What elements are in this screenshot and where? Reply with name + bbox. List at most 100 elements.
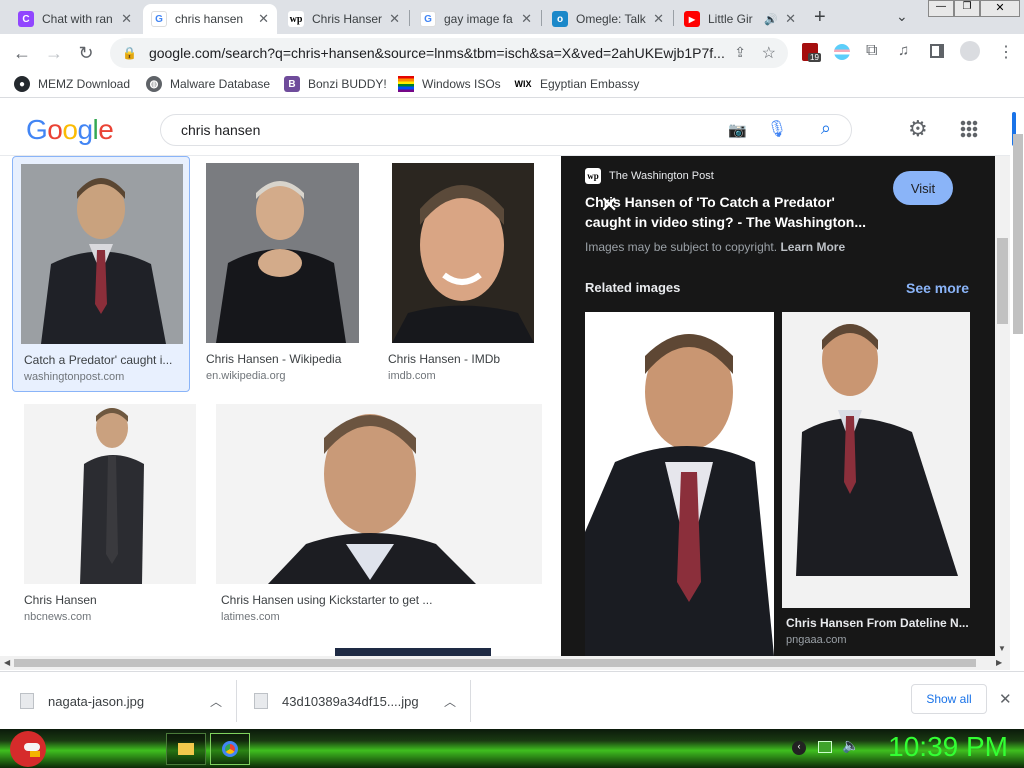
panel-title-line-2[interactable]: caught in video sting? - The Washington.… <box>585 212 885 232</box>
lock-icon[interactable]: 🔒 <box>122 46 137 60</box>
download-item[interactable]: 43d10389a34df15....jpg ︿ <box>254 686 464 716</box>
result-source[interactable]: imdb.com <box>388 370 436 382</box>
close-tab-icon[interactable]: ✕ <box>521 11 532 27</box>
bookmark-windows-isos[interactable]: Windows ISOs <box>398 76 501 92</box>
tab-chris-hansen-search[interactable]: G chris hansen ✕ <box>143 4 277 34</box>
tab-omegle[interactable]: o Omegle: Talk ✕ <box>544 4 672 34</box>
start-button-angry-bird-icon[interactable] <box>10 731 46 767</box>
restore-button[interactable]: ❐ <box>954 0 980 17</box>
bookmark-bonzi[interactable]: B Bonzi BUDDY! <box>284 76 387 92</box>
tab-washington-post[interactable]: wp Chris Hanser ✕ <box>280 4 408 34</box>
image-result-partial[interactable] <box>335 648 491 656</box>
panel-scrollbar-thumb[interactable] <box>997 238 1008 324</box>
result-thumbnail[interactable] <box>216 404 542 584</box>
close-shelf-icon[interactable]: ✕ <box>999 690 1012 708</box>
related-caption[interactable]: Chris Hansen From Dateline N... <box>786 616 970 630</box>
reload-icon[interactable]: ↻ <box>74 41 98 65</box>
related-image-large[interactable] <box>585 312 774 656</box>
download-options-chevron-icon[interactable]: ︿ <box>444 693 456 710</box>
extensions-puzzle-icon[interactable]: ⧉ <box>866 42 877 60</box>
tab-search-chevron-icon[interactable]: ⌄ <box>896 8 908 25</box>
tray-expand-icon[interactable]: ‹ <box>792 741 806 755</box>
tab-youtube[interactable]: ▶ Little Gir 🔊 ✕ <box>676 4 804 34</box>
panel-scrollbar[interactable]: ▼ <box>995 156 1010 656</box>
bookmark-star-icon[interactable]: ☆ <box>762 43 776 63</box>
new-tab-plus-icon[interactable]: + <box>814 6 826 29</box>
close-tab-icon[interactable]: ✕ <box>121 11 132 27</box>
side-panel-icon[interactable] <box>930 44 944 58</box>
result-source[interactable]: nbcnews.com <box>24 611 91 623</box>
audio-playing-icon[interactable]: 🔊 <box>764 13 778 26</box>
ublock-extension-icon[interactable]: 19 <box>802 43 821 62</box>
tab-gay-image[interactable]: G gay image fa ✕ <box>412 4 540 34</box>
download-options-chevron-icon[interactable]: ︿ <box>210 693 222 710</box>
image-result[interactable]: Chris Hansen using Kickstarter to get ..… <box>216 404 546 630</box>
image-result[interactable]: Chris Hansen nbcnews.com <box>24 404 200 630</box>
profile-avatar-icon[interactable] <box>960 41 980 61</box>
visit-button[interactable]: Visit <box>893 171 953 205</box>
google-apps-grid-icon[interactable] <box>960 120 978 138</box>
bookmark-egyptian-embassy[interactable]: WIX Egyptian Embassy <box>514 76 639 92</box>
flag-extension-icon[interactable] <box>834 44 850 60</box>
bookmark-malware-db[interactable]: ◍ Malware Database <box>146 76 270 92</box>
download-item[interactable]: nagata-jason.jpg ︿ <box>20 686 230 716</box>
result-source[interactable]: washingtonpost.com <box>24 371 124 383</box>
close-tab-icon[interactable]: ✕ <box>785 11 796 27</box>
result-caption[interactable]: Catch a Predator' caught i... <box>24 353 180 367</box>
show-all-downloads-button[interactable]: Show all <box>911 684 987 714</box>
bookmark-memz[interactable]: ● MEMZ Download <box>14 76 130 92</box>
scroll-down-arrow-icon[interactable]: ▼ <box>998 644 1006 653</box>
result-caption[interactable]: Chris Hansen - IMDb <box>388 352 548 366</box>
back-arrow-icon[interactable]: ← <box>10 41 34 65</box>
result-caption[interactable]: Chris Hansen using Kickstarter to get ..… <box>221 593 541 607</box>
image-result[interactable]: Chris Hansen - IMDb imdb.com <box>388 163 548 389</box>
close-panel-icon[interactable]: ✕ <box>600 192 618 218</box>
close-tab-icon[interactable]: ✕ <box>389 11 400 27</box>
scroll-left-arrow-icon[interactable]: ◀ <box>4 658 10 667</box>
publisher-name[interactable]: The Washington Post <box>609 170 714 182</box>
learn-more-link[interactable]: Learn More <box>780 240 845 254</box>
taskbar-chrome-button[interactable] <box>210 733 250 765</box>
forward-arrow-icon[interactable]: → <box>42 41 66 65</box>
related-source[interactable]: pngaaa.com <box>786 634 847 646</box>
result-source[interactable]: en.wikipedia.org <box>206 370 286 382</box>
page-scrollbar-thumb[interactable] <box>1013 134 1023 334</box>
result-caption[interactable]: Chris Hansen <box>24 593 200 607</box>
search-query-text[interactable]: chris hansen <box>181 122 260 138</box>
result-thumbnail[interactable] <box>21 164 183 344</box>
settings-gear-icon[interactable]: ⚙ <box>908 116 928 142</box>
panel-title[interactable]: Chris Hansen of 'To Catch a Predator' ca… <box>585 192 885 232</box>
google-logo[interactable]: Google <box>26 114 114 146</box>
close-tab-icon[interactable]: ✕ <box>653 11 664 27</box>
page-scrollbar-track[interactable] <box>1010 98 1024 656</box>
taskbar-clock[interactable]: 10:39 PM <box>888 731 1008 763</box>
browser-menu-kebab-icon[interactable]: ⋮ <box>998 42 1014 62</box>
horizontal-scrollbar[interactable]: ◀ ▶ <box>0 656 1010 670</box>
minimize-button[interactable]: — <box>928 0 954 17</box>
volume-icon[interactable]: 🔈 <box>842 737 859 754</box>
media-control-icon[interactable]: ♫ <box>898 42 909 59</box>
camera-search-icon[interactable]: 📷 <box>728 121 747 139</box>
result-thumbnail[interactable] <box>206 163 359 343</box>
image-result-selected[interactable]: Catch a Predator' caught i... washington… <box>12 156 190 392</box>
microphone-icon[interactable]: 🎙 <box>767 119 787 139</box>
share-icon[interactable]: ⇪ <box>734 44 746 61</box>
search-magnifier-icon[interactable]: ⌕ <box>821 118 831 139</box>
close-tab-icon[interactable]: ✕ <box>258 11 269 27</box>
tab-twitch-chat[interactable]: C Chat with ran ✕ <box>10 4 140 34</box>
taskbar-file-explorer-button[interactable] <box>166 733 206 765</box>
see-more-link[interactable]: See more <box>906 280 969 296</box>
download-filename[interactable]: 43d10389a34df15....jpg <box>282 694 419 709</box>
address-bar[interactable]: 🔒 google.com/search?q=chris+hansen&sourc… <box>110 38 788 68</box>
network-icon[interactable] <box>818 741 832 753</box>
horizontal-scrollbar-thumb[interactable] <box>14 659 976 667</box>
panel-source[interactable]: wp The Washington Post <box>585 168 714 184</box>
panel-title-line-1[interactable]: Chris Hansen of 'To Catch a Predator' <box>585 192 885 212</box>
search-box[interactable]: chris hansen 📷 🎙 ⌕ <box>160 114 852 146</box>
scroll-right-arrow-icon[interactable]: ▶ <box>996 658 1002 667</box>
image-result[interactable]: Chris Hansen - Wikipedia en.wikipedia.or… <box>206 163 366 389</box>
download-filename[interactable]: nagata-jason.jpg <box>48 694 144 709</box>
window-close-button[interactable]: ✕ <box>980 0 1020 17</box>
result-caption[interactable]: Chris Hansen - Wikipedia <box>206 352 366 366</box>
result-source[interactable]: latimes.com <box>221 611 280 623</box>
